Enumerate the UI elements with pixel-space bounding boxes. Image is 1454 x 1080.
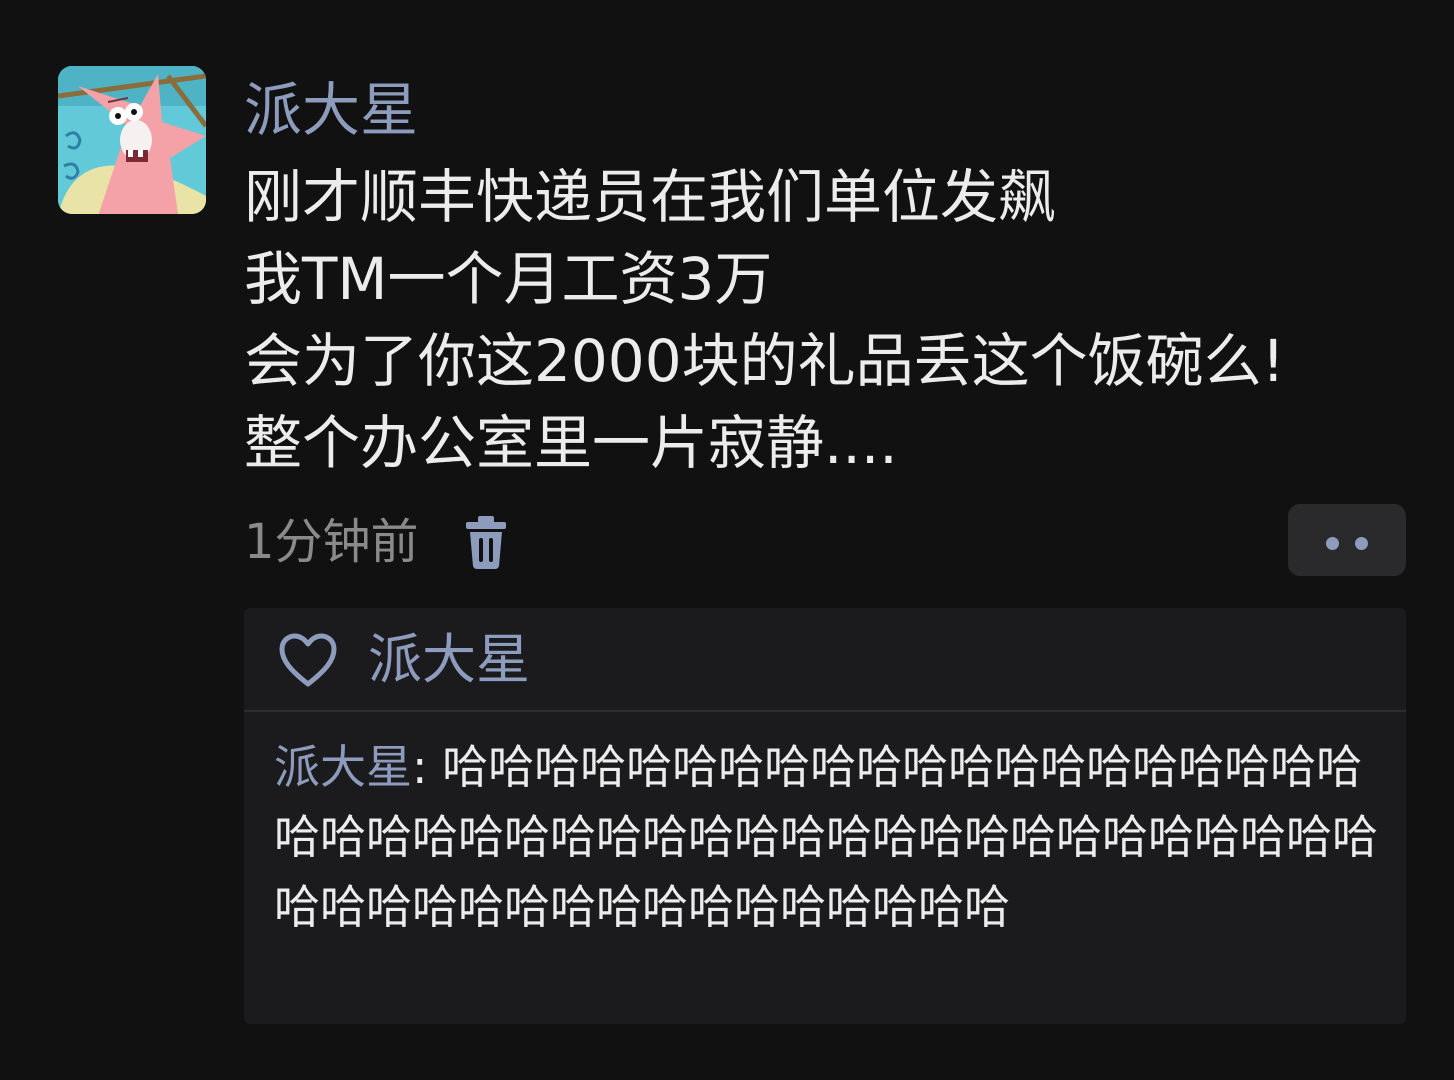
post-content-line: 整个办公室里一片寂静.... <box>244 409 898 477</box>
post-content: 刚才顺丰快递员在我们单位发飙 我TM一个月工资3万 会为了你这2000块的礼品丢… <box>244 156 1394 484</box>
post-content-line: 我TM一个月工资3万 <box>244 245 773 313</box>
comment-author-name[interactable]: 派大星 <box>274 740 412 794</box>
post-content-line: 刚才顺丰快递员在我们单位发飙 <box>244 163 1057 231</box>
moments-post: 派大星 刚才顺丰快递员在我们单位发飙 我TM一个月工资3万 会为了你这2000块… <box>0 0 1454 1080</box>
comment-item[interactable]: 派大星: 哈哈哈哈哈哈哈哈哈哈哈哈哈哈哈哈哈哈哈哈哈哈哈哈哈哈哈哈哈哈哈哈哈哈哈… <box>274 732 1400 942</box>
more-dot-icon <box>1355 537 1368 550</box>
interaction-panel: 派大星 派大星: 哈哈哈哈哈哈哈哈哈哈哈哈哈哈哈哈哈哈哈哈哈哈哈哈哈哈哈哈哈哈哈… <box>244 608 1406 1024</box>
liker-name[interactable]: 派大星 <box>368 626 530 694</box>
more-button[interactable] <box>1288 504 1406 576</box>
heart-icon <box>278 632 338 688</box>
trash-icon[interactable] <box>462 514 510 570</box>
likes-row: 派大星 <box>244 608 1406 712</box>
more-dot-icon <box>1326 537 1339 550</box>
post-content-line: 会为了你这2000块的礼品丢这个饭碗么! <box>244 327 1285 395</box>
comment-separator: : <box>412 740 443 794</box>
patrick-star-avatar-image <box>58 66 206 214</box>
avatar[interactable] <box>58 66 206 214</box>
post-timestamp: 1分钟前 <box>244 514 419 570</box>
post-author-name[interactable]: 派大星 <box>244 72 418 148</box>
